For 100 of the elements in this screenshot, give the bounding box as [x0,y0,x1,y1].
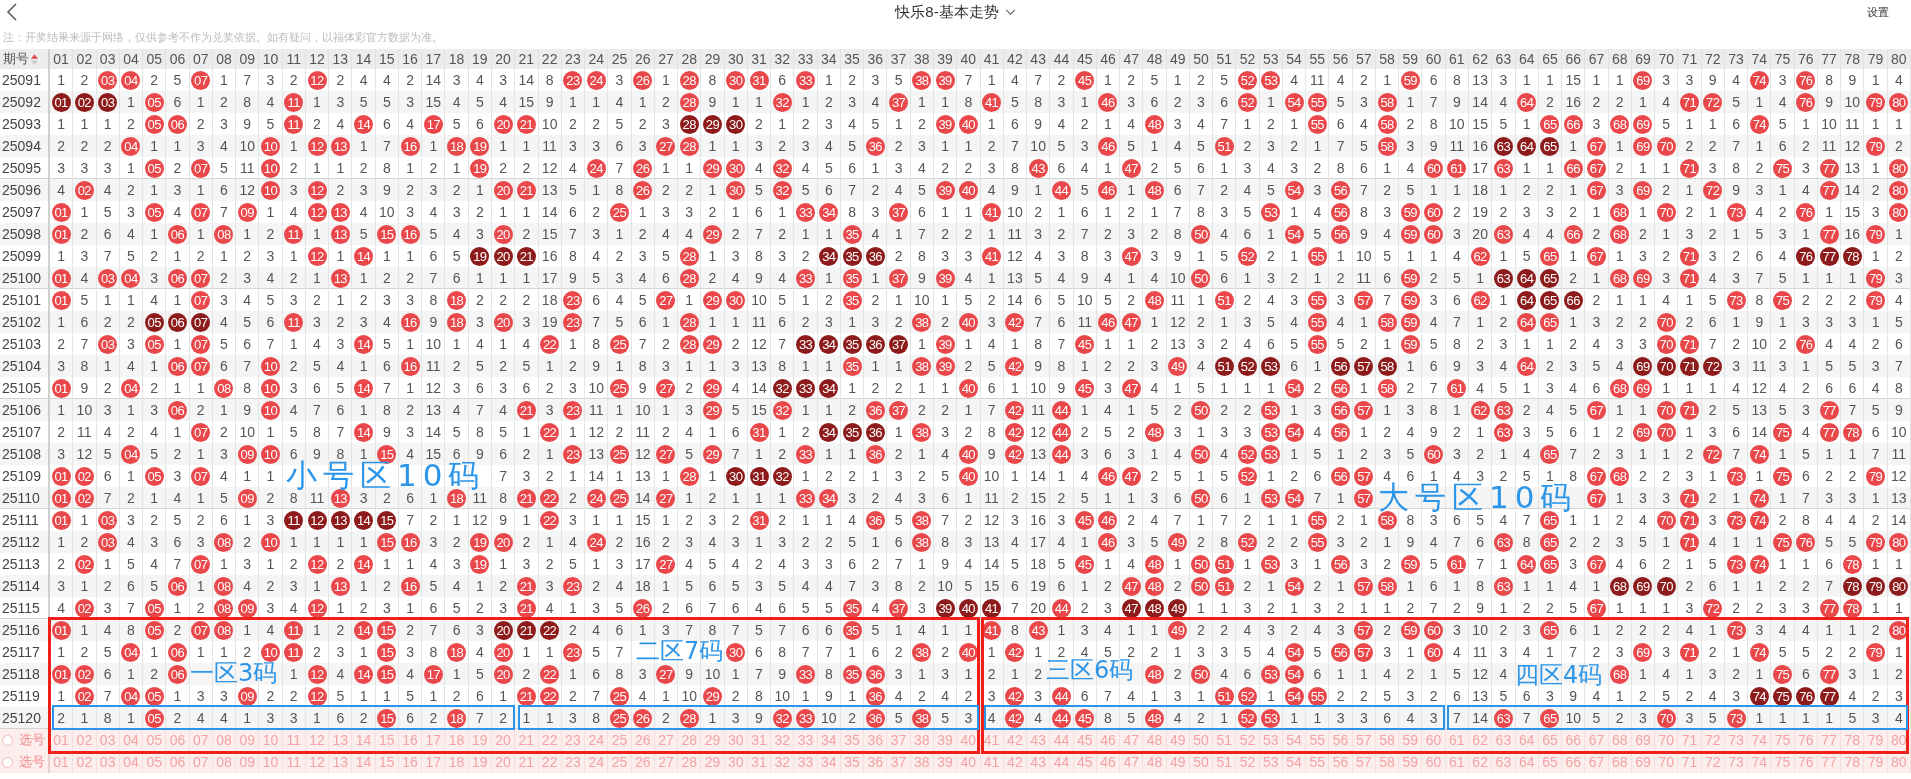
pick-number[interactable]: 54 [1282,751,1307,773]
pick-number[interactable]: 55 [1306,729,1330,751]
pick-number[interactable]: 76 [1794,729,1818,751]
pick-number[interactable]: 32 [771,751,795,773]
pick-number[interactable]: 49 [1166,729,1190,751]
pick-number[interactable]: 11 [282,729,306,751]
pick-number[interactable]: 30 [724,751,748,773]
pick-number[interactable]: 12 [305,729,330,751]
pick-number[interactable]: 53 [1259,751,1283,773]
pick-number[interactable]: 16 [398,729,423,751]
pick-number[interactable]: 62 [1469,729,1493,751]
pick-number[interactable]: 07 [189,751,213,773]
pick-number[interactable]: 43 [1027,751,1051,773]
pick-number[interactable]: 18 [445,751,469,773]
pick-number[interactable]: 02 [73,729,97,751]
pick-number[interactable]: 34 [817,751,841,773]
pick-number[interactable]: 31 [747,751,772,773]
pick-number[interactable]: 17 [422,751,446,773]
pick-number[interactable]: 48 [1143,751,1167,773]
pick-number[interactable]: 23 [561,729,586,751]
pick-number[interactable]: 66 [1562,751,1586,773]
pick-number[interactable]: 05 [143,729,167,751]
pick-number[interactable]: 54 [1282,729,1307,751]
pick-number[interactable]: 17 [422,729,446,751]
pick-number[interactable]: 27 [654,729,679,751]
pick-number[interactable]: 20 [492,729,516,751]
pick-number[interactable]: 61 [1445,751,1469,773]
pick-number[interactable]: 27 [654,751,679,773]
pick-number[interactable]: 23 [561,751,586,773]
pick-number[interactable]: 33 [794,729,818,751]
pick-number[interactable]: 36 [864,751,888,773]
pick-number[interactable]: 15 [375,751,399,773]
pick-number[interactable]: 46 [1096,751,1121,773]
pick-number[interactable]: 11 [282,751,306,773]
pick-number[interactable]: 35 [840,751,865,773]
pick-number[interactable]: 44 [1050,729,1074,751]
pick-number[interactable]: 76 [1794,751,1818,773]
pick-number[interactable]: 56 [1329,751,1353,773]
pick-number[interactable]: 68 [1608,729,1632,751]
pick-number[interactable]: 52 [1236,729,1260,751]
pick-number[interactable]: 50 [1189,751,1214,773]
pick-number[interactable]: 10 [259,729,283,751]
pick-number[interactable]: 72 [1701,729,1725,751]
pick-number[interactable]: 75 [1771,751,1795,773]
pick-number[interactable]: 60 [1422,729,1446,751]
pick-number[interactable]: 09 [236,729,260,751]
pick-number[interactable]: 71 [1678,729,1702,751]
pick-number[interactable]: 03 [96,729,120,751]
pick-number[interactable]: 51 [1213,729,1237,751]
pick-number[interactable]: 19 [468,751,492,773]
pick-number[interactable]: 10 [259,751,283,773]
pick-number[interactable]: 45 [1073,751,1097,773]
pick-number[interactable]: 73 [1724,729,1749,751]
pick-number[interactable]: 61 [1445,729,1469,751]
pick-number[interactable]: 44 [1050,751,1074,773]
pick-number[interactable]: 30 [724,729,748,751]
pick-number[interactable]: 77 [1817,751,1842,773]
pick-number[interactable]: 13 [329,729,353,751]
pick-number[interactable]: 40 [957,751,981,773]
pick-number[interactable]: 29 [701,751,725,773]
pick-number[interactable]: 33 [794,751,818,773]
pick-number[interactable]: 74 [1748,751,1772,773]
pick-number[interactable]: 24 [585,729,609,751]
pick-number[interactable]: 41 [980,729,1004,751]
pick-number[interactable]: 26 [631,729,655,751]
pick-number[interactable]: 25 [608,751,632,773]
pick-number[interactable]: 08 [212,729,237,751]
pick-number[interactable]: 79 [1864,751,1888,773]
pick-number[interactable]: 21 [515,729,539,751]
pick-number[interactable]: 59 [1399,729,1423,751]
pick-number[interactable]: 02 [73,751,97,773]
pick-number[interactable]: 47 [1120,751,1144,773]
pick-number[interactable]: 42 [1003,729,1027,751]
pick-number[interactable]: 29 [701,729,725,751]
pick-number[interactable]: 50 [1189,729,1214,751]
pick-number[interactable]: 63 [1492,729,1516,751]
pick-number[interactable]: 78 [1841,751,1865,773]
pick-number[interactable]: 72 [1701,751,1725,773]
pick-number[interactable]: 52 [1236,751,1260,773]
pick-number[interactable]: 45 [1073,729,1097,751]
pick-number[interactable]: 67 [1585,729,1609,751]
pick-number[interactable]: 53 [1259,729,1283,751]
pick-number[interactable]: 06 [166,751,190,773]
settings-link[interactable]: 设置 [1867,4,1889,20]
pick-number[interactable]: 22 [538,729,562,751]
pick-number[interactable]: 62 [1469,751,1493,773]
pick-number[interactable]: 36 [864,729,888,751]
pick-number[interactable]: 06 [166,729,190,751]
pick-number[interactable]: 74 [1748,729,1772,751]
pick-number[interactable]: 68 [1608,751,1632,773]
pick-number[interactable]: 39 [933,751,958,773]
pick-number[interactable]: 16 [398,751,423,773]
pick-number[interactable]: 70 [1655,751,1679,773]
title-dropdown[interactable]: 快乐8-基本走势 [895,2,1016,22]
pick-number[interactable]: 13 [329,751,353,773]
pick-number[interactable]: 37 [887,751,911,773]
pick-number[interactable]: 41 [980,751,1004,773]
pick-number[interactable]: 04 [119,751,144,773]
pick-number[interactable]: 42 [1003,751,1027,773]
pick-number[interactable]: 12 [305,751,330,773]
